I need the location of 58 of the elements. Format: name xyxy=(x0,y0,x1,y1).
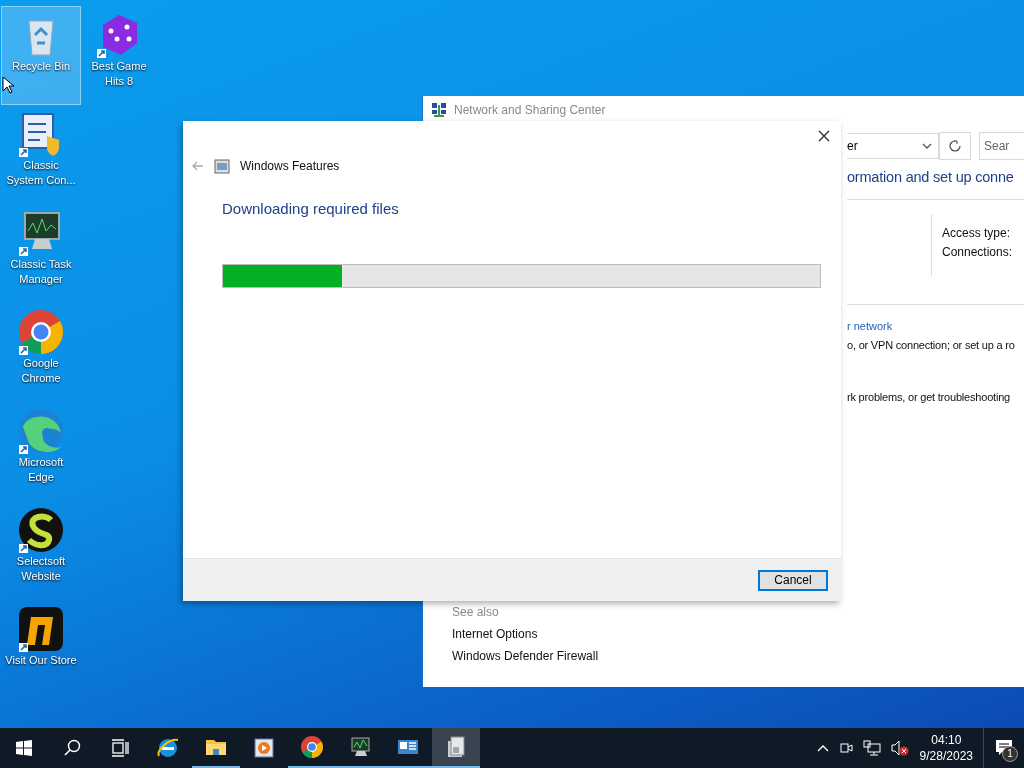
windows-features-icon xyxy=(214,158,230,174)
date-text: 9/28/2023 xyxy=(919,748,973,764)
refresh-button[interactable] xyxy=(939,132,971,160)
page-heading: ormation and set up conne xyxy=(847,169,1024,200)
desktop-icon[interactable]: Classic System Con... xyxy=(1,105,81,204)
dialog-title: Windows Features xyxy=(240,159,340,173)
desktop-icon[interactable]: Google Chrome xyxy=(1,303,81,402)
network-icon[interactable] xyxy=(862,740,881,756)
see-also-link[interactable]: Internet Options xyxy=(452,627,538,641)
store-logo-icon xyxy=(19,607,63,652)
chevron-down-icon xyxy=(922,143,932,149)
clock[interactable]: 04:10 9/28/2023 xyxy=(919,732,973,764)
dice-icon xyxy=(97,15,137,58)
control-panel-icon xyxy=(398,740,418,754)
desktop-icon[interactable]: Visit Our Store xyxy=(1,600,81,699)
windows-logo-icon xyxy=(16,740,32,756)
cursor-icon xyxy=(2,76,14,94)
connections-label: Connections: xyxy=(942,245,1013,259)
desktop-icon[interactable]: Microsoft Edge xyxy=(1,402,81,501)
ie-icon xyxy=(157,738,179,757)
desktop-icon[interactable]: Selectsoft Website xyxy=(1,501,81,600)
access-type-label: Access type: xyxy=(942,226,1012,240)
volume-muted-icon[interactable] xyxy=(890,740,909,756)
chrome-icon xyxy=(19,310,63,355)
task-manager-icon xyxy=(351,737,370,756)
windows-features-icon xyxy=(448,736,465,757)
search-field[interactable]: Sear xyxy=(979,132,1024,160)
search-icon xyxy=(63,739,81,757)
close-icon[interactable] xyxy=(818,130,830,142)
status-heading: Downloading required files xyxy=(222,200,400,217)
task-manager-icon xyxy=(19,212,60,256)
notification-button[interactable]: 1 xyxy=(983,728,1024,768)
see-also-heading: See also xyxy=(452,605,499,619)
description-text: rk problems, or get troubleshooting xyxy=(847,391,1011,403)
camera-icon[interactable] xyxy=(838,740,853,756)
chevron-up-icon[interactable] xyxy=(816,744,829,752)
s-logo-icon xyxy=(19,508,63,553)
time-text: 04:10 xyxy=(931,732,962,748)
recycle-bin-icon xyxy=(28,20,54,56)
setup-network-link[interactable]: r network xyxy=(847,320,893,332)
taskbar-app[interactable] xyxy=(432,728,480,768)
edge-icon xyxy=(19,409,63,454)
chrome-icon xyxy=(301,736,323,758)
control-panel-icon xyxy=(19,113,59,157)
see-also-link[interactable]: Windows Defender Firewall xyxy=(452,649,599,663)
window-title: Network and Sharing Center xyxy=(454,103,606,117)
refresh-icon xyxy=(949,140,961,152)
address-bar[interactable]: er xyxy=(847,133,939,159)
desktop-icon[interactable]: Classic Task Manager xyxy=(1,204,81,303)
task-view-icon xyxy=(111,739,129,757)
media-player-icon xyxy=(254,738,274,758)
desktop-icon[interactable]: Recycle Bin xyxy=(1,6,81,105)
network-icon xyxy=(431,102,447,118)
folder-icon xyxy=(206,740,226,755)
description-text: o, or VPN connection; or set up a ro xyxy=(847,339,1016,351)
cancel-button[interactable]: Cancel xyxy=(758,569,828,591)
notification-count: 1 xyxy=(1002,746,1018,762)
desktop-icon[interactable]: Best Game Hits 8 xyxy=(79,6,159,105)
